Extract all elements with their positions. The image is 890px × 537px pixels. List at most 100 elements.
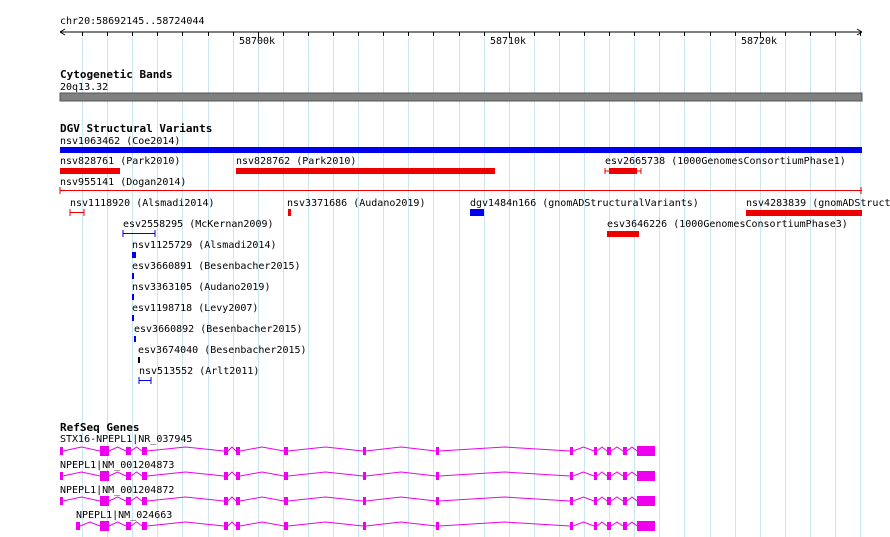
intron-line xyxy=(146,446,225,452)
exon-block xyxy=(594,472,597,480)
variant-label: nsv955141 (Dogan2014) xyxy=(60,177,186,188)
variant-label: esv3646226 (1000GenomesConsortiumPhase3) xyxy=(607,219,848,230)
intron-line xyxy=(438,496,571,502)
exon-block xyxy=(623,472,627,480)
intron-line xyxy=(108,496,127,502)
intron-line xyxy=(626,496,638,502)
intron-line xyxy=(365,471,437,477)
variant-label: nsv513552 (Arlt2011) xyxy=(139,366,259,377)
variant-label: nsv1118920 (Alsmadi2014) xyxy=(70,198,215,209)
dgv-track: DGV Structural Variants nsv1063462 (Coe2… xyxy=(59,122,890,384)
exon-block xyxy=(637,521,655,531)
exon-block xyxy=(637,496,655,506)
exon-block xyxy=(126,522,131,530)
variant-bar[interactable] xyxy=(132,315,134,321)
exon-block xyxy=(60,447,63,455)
variant-label: dgv1484n166 (gnomADStructuralVariants) xyxy=(470,198,699,209)
variant-label: nsv828761 (Park2010) xyxy=(60,156,180,167)
browser-canvas: chr20:58692145..58724044 58700k 58710k 5… xyxy=(59,16,890,537)
exon-block xyxy=(100,446,109,456)
variant-label: esv2665738 (1000GenomesConsortiumPhase1) xyxy=(605,156,846,167)
exon-block xyxy=(363,522,366,530)
intron-line xyxy=(108,471,127,477)
variant-bar[interactable] xyxy=(138,357,140,363)
intron-line xyxy=(227,471,237,477)
variant-bar[interactable] xyxy=(470,209,484,216)
exon-block xyxy=(570,472,573,480)
exon-block xyxy=(623,522,627,530)
intron-line xyxy=(62,471,101,477)
intron-line xyxy=(610,496,624,502)
transcript-label: NPEPL1|NM_024663 xyxy=(76,510,172,521)
variant-bar[interactable] xyxy=(60,168,120,174)
cytoband-bar[interactable] xyxy=(59,92,863,102)
exon-block xyxy=(607,472,611,480)
intron-line xyxy=(572,471,595,477)
ruler-tick-label: 58720k xyxy=(741,36,777,47)
variant-bar[interactable] xyxy=(746,210,862,216)
ruler[interactable]: chr20:58692145..58724044 58700k 58710k 5… xyxy=(59,16,863,47)
exon-block xyxy=(76,522,80,530)
variant-bar[interactable] xyxy=(134,336,136,342)
intron-line xyxy=(227,496,237,502)
intron-line xyxy=(287,496,364,502)
exon-block xyxy=(224,497,228,505)
exon-block xyxy=(594,522,597,530)
exon-block xyxy=(363,447,366,455)
variant-bar[interactable] xyxy=(236,168,495,174)
variant-label: nsv3363105 (Audano2019) xyxy=(132,282,270,293)
exon-block xyxy=(236,497,240,505)
variant-label: esv1198718 (Levy2007) xyxy=(132,303,258,314)
exon-block xyxy=(436,472,439,480)
exon-block xyxy=(637,471,655,481)
intron-line xyxy=(239,446,285,452)
variant-bar[interactable] xyxy=(288,209,291,216)
intron-line xyxy=(572,446,595,452)
exon-block xyxy=(142,447,147,455)
exon-block xyxy=(236,447,240,455)
exon-block xyxy=(142,522,147,530)
exon-block xyxy=(100,471,109,481)
cytoband-track: Cytogenetic Bands 20q13.32 xyxy=(59,68,863,102)
exon-block xyxy=(236,472,240,480)
intron-line xyxy=(610,521,624,527)
intron-line xyxy=(227,446,237,452)
variant-label: esv2558295 (McKernan2009) xyxy=(123,219,274,230)
exon-block xyxy=(142,497,147,505)
variant-label: esv3674040 (Besenbacher2015) xyxy=(138,345,307,356)
intron-line xyxy=(108,521,127,527)
intron-line xyxy=(626,471,638,477)
intron-line xyxy=(62,496,101,502)
variant-bar[interactable] xyxy=(607,231,639,237)
exon-block xyxy=(607,522,611,530)
exon-block xyxy=(623,447,627,455)
intron-line xyxy=(365,521,437,527)
intron-line xyxy=(438,521,571,527)
intron-line xyxy=(610,446,624,452)
exon-block xyxy=(100,521,109,531)
intron-line xyxy=(438,471,571,477)
intron-line xyxy=(596,471,608,477)
intron-line xyxy=(596,521,608,527)
variant-bar[interactable] xyxy=(132,294,134,300)
exon-block xyxy=(224,522,228,530)
variant-bar[interactable] xyxy=(60,147,862,153)
exon-block xyxy=(100,496,109,506)
intron-line xyxy=(287,521,364,527)
ruler-tick-label: 58710k xyxy=(490,36,526,47)
intron-line xyxy=(146,471,225,477)
variant-label: nsv1063462 (Coe2014) xyxy=(60,136,180,147)
variant-bar[interactable] xyxy=(132,252,136,258)
variant-label: nsv4283839 (gnomADStructuralVariants) xyxy=(746,198,890,209)
exon-block xyxy=(60,497,63,505)
intron-line xyxy=(287,471,364,477)
exon-block xyxy=(570,497,573,505)
exon-block xyxy=(363,472,366,480)
exon-block xyxy=(142,472,147,480)
transcript-label: NPEPL1|NM_001204872 xyxy=(60,485,174,496)
genome-browser-view: chr20:58692145..58724044 58700k 58710k 5… xyxy=(0,0,890,537)
intron-line xyxy=(626,521,638,527)
cytoband-label: 20q13.32 xyxy=(60,82,108,93)
variant-bar[interactable] xyxy=(132,273,134,279)
exon-block xyxy=(284,497,288,505)
